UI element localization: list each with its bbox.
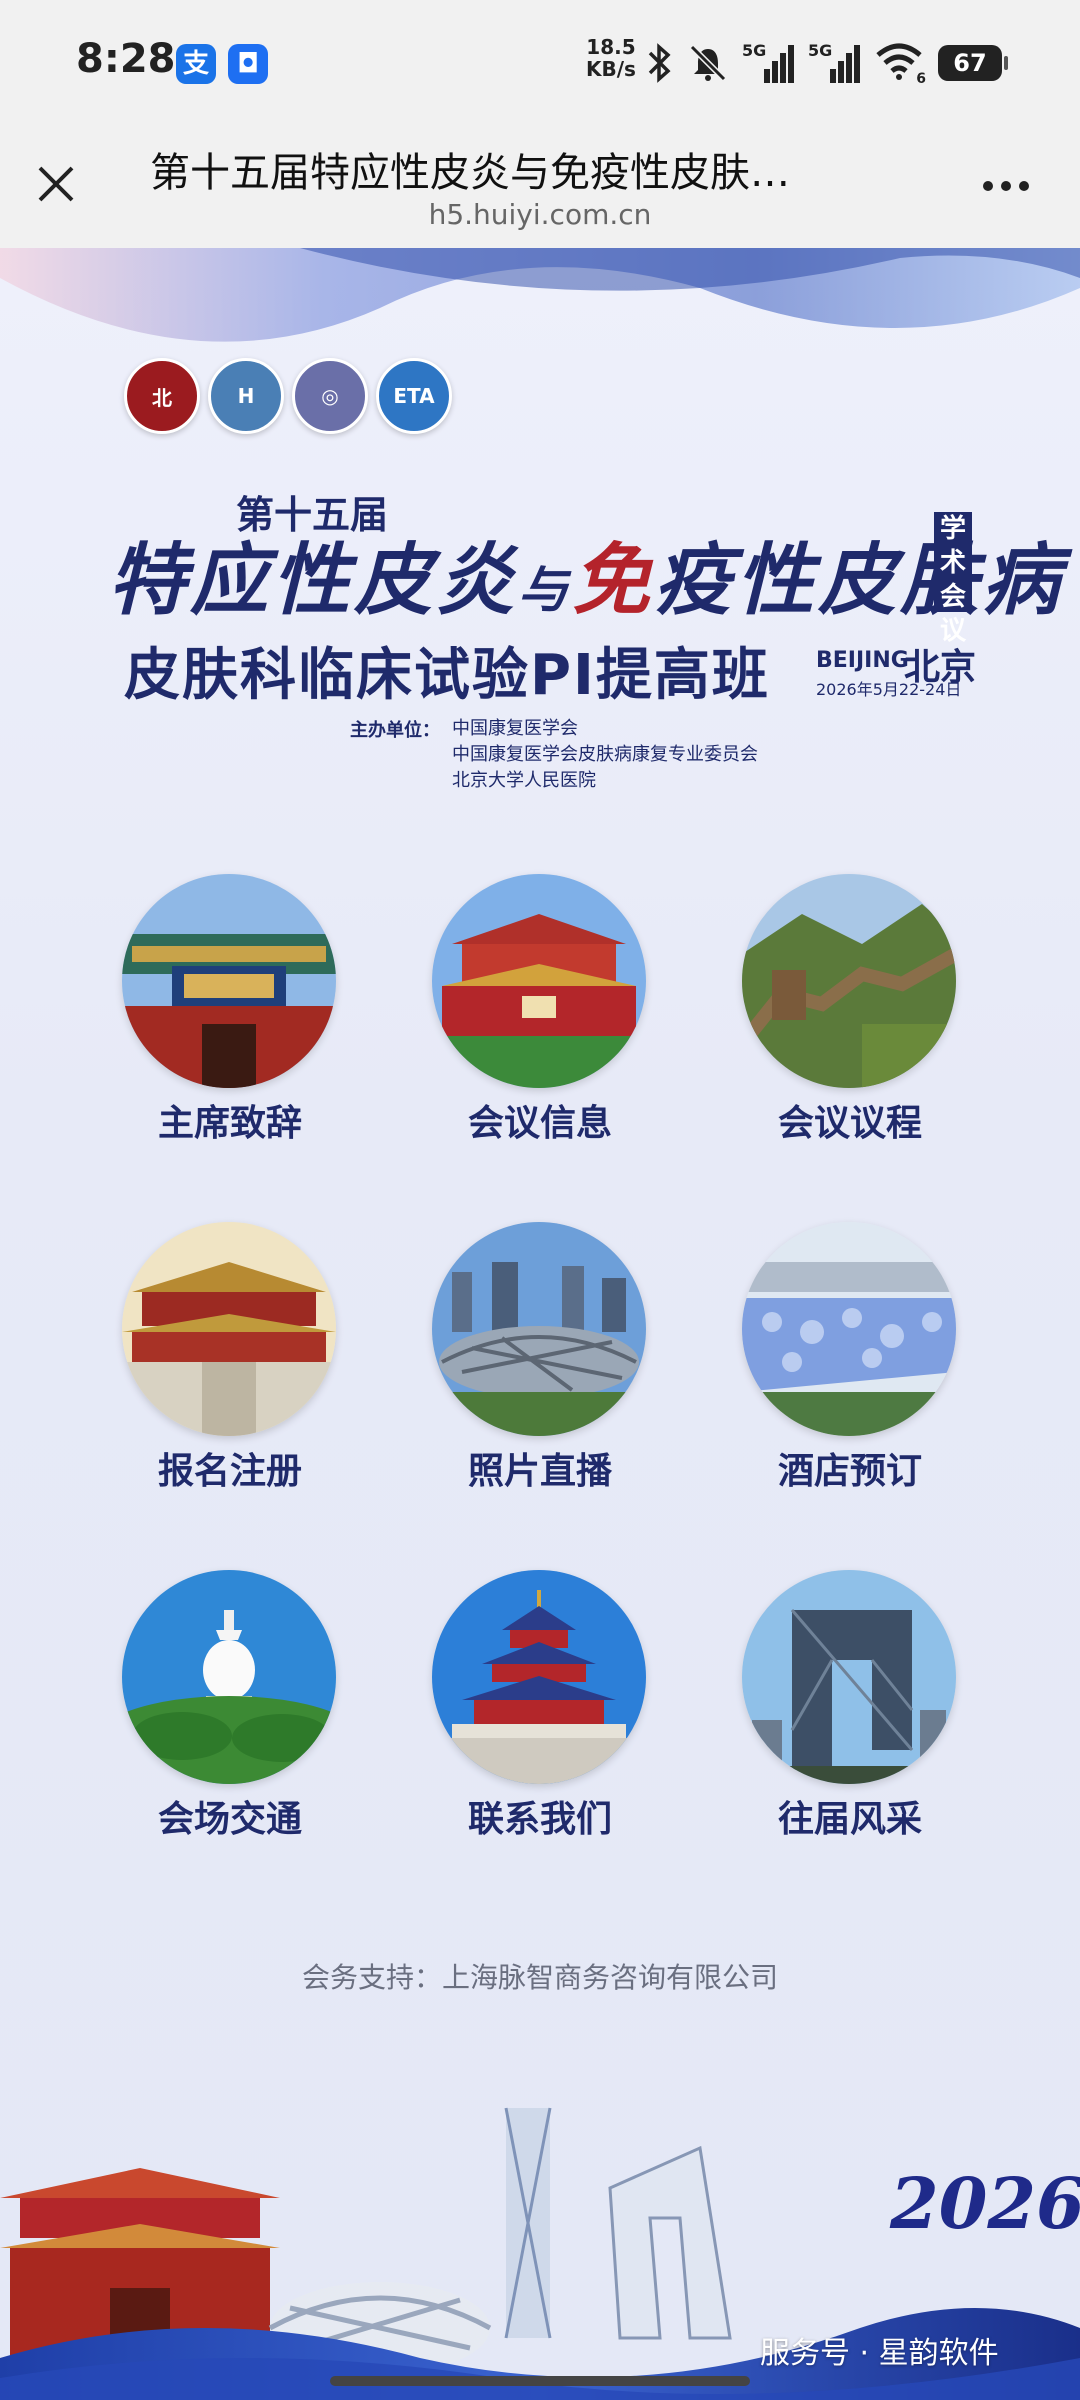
title-part-1: 特应性皮炎: [108, 535, 519, 626]
menu-label: 会议信息: [467, 1103, 612, 1144]
tiananmen-image: [432, 874, 646, 1088]
browser-nav-bar: 第十五届特应性皮炎与免疫性皮肤… h5.huiyi.com.cn: [0, 126, 1080, 248]
menu-hotel-booking[interactable]: 酒店预订: [720, 1222, 980, 1502]
menu-label: 会议议程: [777, 1103, 922, 1144]
cctv-tower-image: [742, 1570, 956, 1784]
status-bar: 8:28 支 ◘ 18.5 KB/s 5G 5G 6 67: [0, 0, 1080, 126]
forbidden-city-image: [122, 1222, 336, 1436]
alipay-icon: 支: [176, 44, 216, 84]
birds-nest-image: [432, 1222, 646, 1436]
more-button[interactable]: [976, 166, 1036, 206]
menu-past-highlights[interactable]: 往届风采: [720, 1570, 980, 1850]
menu-contact-us[interactable]: 联系我们: [410, 1570, 670, 1850]
wifi-label: 6: [916, 71, 926, 87]
network-speed: 18.5 KB/s: [586, 36, 636, 80]
signal-bars-icon: [830, 45, 860, 83]
bluetooth-icon: [648, 43, 671, 83]
signal-5g-2: 5G: [808, 41, 860, 85]
association-logo: ◎: [292, 358, 368, 434]
signal-5g-1: 5G: [742, 41, 794, 85]
hospital-logo: H: [208, 358, 284, 434]
conference-main-title: 特应性皮炎与免疫性皮肤病: [108, 518, 1064, 630]
network-speed-value: 18.5: [586, 35, 636, 59]
menu-chairman-address[interactable]: 主席致辞: [100, 874, 360, 1154]
year-art-text: 2026: [889, 2162, 1080, 2245]
great-wall-image: [742, 874, 956, 1088]
peking-university-gate-image: [122, 874, 336, 1088]
watermark-text: 服务号 · 星韵软件: [760, 2336, 999, 2371]
status-icons: 5G 5G 6 67: [644, 38, 1008, 88]
battery-indicator: 67: [938, 45, 1008, 81]
menu-conference-info[interactable]: 会议信息: [410, 874, 670, 1154]
menu-label: 会场交通: [157, 1799, 302, 1840]
title-connector: 与: [518, 560, 573, 619]
conference-support-text: 会务支持：上海脉智商务咨询有限公司: [301, 1961, 778, 1994]
menu-label: 报名注册: [157, 1451, 302, 1492]
conference-subtitle: 皮肤科临床试验PI提高班: [124, 643, 770, 708]
white-pagoda-image: [122, 1570, 336, 1784]
menu-label: 酒店预订: [777, 1451, 922, 1492]
menu-label: 联系我们: [467, 1799, 612, 1840]
menu-venue-transport[interactable]: 会场交通: [100, 1570, 360, 1850]
academic-conference-badge: 学术会议: [934, 512, 972, 646]
network-speed-unit: KB/s: [586, 57, 636, 81]
title-part-2-first: 免: [572, 535, 655, 626]
university-logo: 北: [124, 358, 200, 434]
conference-page: 北 H ◎ ETA 第十五届 特应性皮炎与免疫性皮肤病 学术会议 皮肤科临床试验…: [0, 248, 1080, 2400]
committee-logo: ETA: [376, 358, 452, 434]
status-time: 8:28: [76, 36, 176, 82]
city-en: BEIJING: [816, 648, 909, 673]
mute-bell-icon: [689, 44, 727, 82]
phone-screen: 8:28 支 ◘ 18.5 KB/s 5G 5G 6 67 第十五届特应性皮炎与…: [0, 0, 1080, 2400]
water-cube-image: [742, 1222, 956, 1436]
wifi-status: 6: [874, 41, 926, 87]
temple-of-heaven-image: [432, 1570, 646, 1784]
city-cn: 北京: [904, 646, 977, 688]
menu-label: 主席致辞: [157, 1103, 302, 1144]
page-url: h5.huiyi.com.cn: [428, 198, 652, 231]
organizer-item: 北京大学人民医院: [452, 770, 596, 791]
menu-label: 往届风采: [777, 1799, 922, 1840]
organizer-item: 中国康复医学会: [452, 718, 578, 739]
menu-agenda[interactable]: 会议议程: [720, 874, 980, 1154]
organizers-label: 主办单位：: [350, 720, 440, 741]
menu-registration[interactable]: 报名注册: [100, 1222, 360, 1502]
page-title: 第十五届特应性皮炎与免疫性皮肤…: [150, 150, 790, 196]
organizer-item: 中国康复医学会皮肤病康复专业委员会: [452, 744, 758, 765]
shield-app-icon: ◘: [228, 44, 268, 84]
title-part-2-rest: 疫性皮肤病: [654, 535, 1065, 626]
menu-label: 照片直播: [467, 1451, 612, 1492]
menu-photo-live[interactable]: 照片直播: [410, 1222, 670, 1502]
home-indicator[interactable]: [330, 2376, 750, 2386]
signal-bars-icon: [764, 45, 794, 83]
more-dots-icon: [983, 181, 1029, 191]
organizers-list: 中国康复医学会 中国康复医学会皮肤病康复专业委员会 北京大学人民医院: [452, 716, 758, 794]
